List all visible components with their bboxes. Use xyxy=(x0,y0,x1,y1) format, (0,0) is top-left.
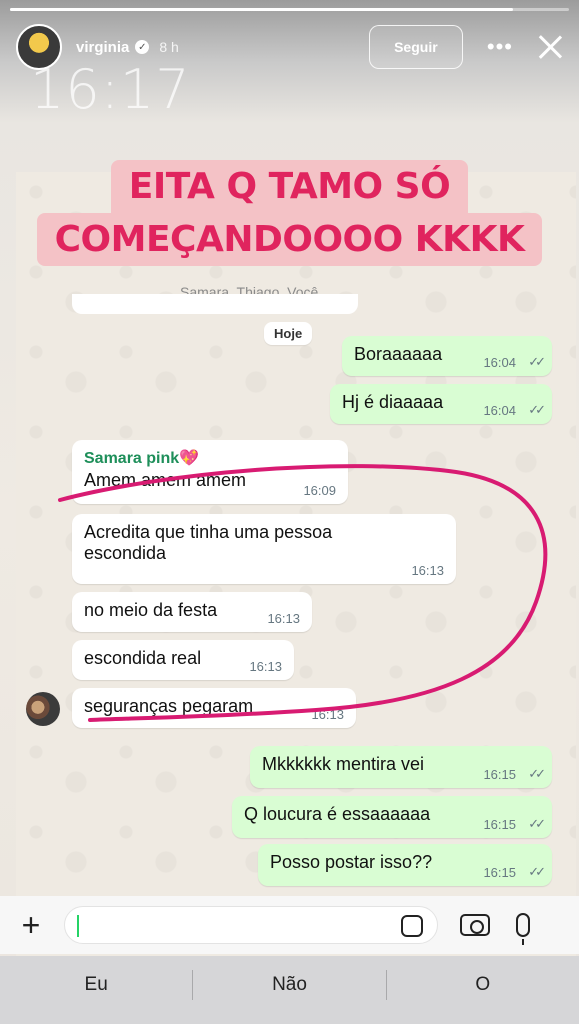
screenshot-clock: 16:17 xyxy=(30,58,191,121)
caption-sticker: EITA Q TAMO SÓ COMEÇANDOOOO KKKK xyxy=(0,160,579,266)
story-progress-fill xyxy=(10,8,514,11)
caption-line: COMEÇANDOOOO KKKK xyxy=(36,213,543,266)
suggestion-3[interactable]: O xyxy=(387,974,579,996)
plus-icon[interactable]: + xyxy=(14,907,48,944)
suggestion-2[interactable]: Não xyxy=(193,974,385,996)
suggestion-1[interactable]: Eu xyxy=(0,974,192,996)
story-progress-bar xyxy=(10,8,569,11)
story-viewer: virginia ✓ 8 h Seguir ••• 16:17 Samara, … xyxy=(0,0,579,1024)
microphone-icon[interactable] xyxy=(516,913,530,945)
username[interactable]: virginia xyxy=(76,39,129,56)
story-age: 8 h xyxy=(159,39,179,55)
chat-screenshot: Samara, Thiago, Você Hoje Boraaaaaa 16:0… xyxy=(16,172,576,992)
annotation-stroke xyxy=(58,464,548,722)
text-cursor xyxy=(77,915,79,937)
sticker-icon[interactable] xyxy=(401,915,423,937)
keyboard-keys xyxy=(0,1014,579,1024)
keyboard-suggestions: Eu Não O xyxy=(0,956,579,1014)
message-input[interactable] xyxy=(64,906,438,944)
drawn-circle-annotation xyxy=(58,464,548,722)
follow-button[interactable]: Seguir xyxy=(368,25,463,69)
message-input-bar: + xyxy=(0,896,579,954)
close-icon[interactable] xyxy=(535,32,565,62)
caption-line: EITA Q TAMO SÓ xyxy=(110,160,469,213)
more-icon[interactable]: ••• xyxy=(487,34,513,60)
verified-icon: ✓ xyxy=(135,40,150,54)
camera-icon[interactable] xyxy=(460,914,490,936)
